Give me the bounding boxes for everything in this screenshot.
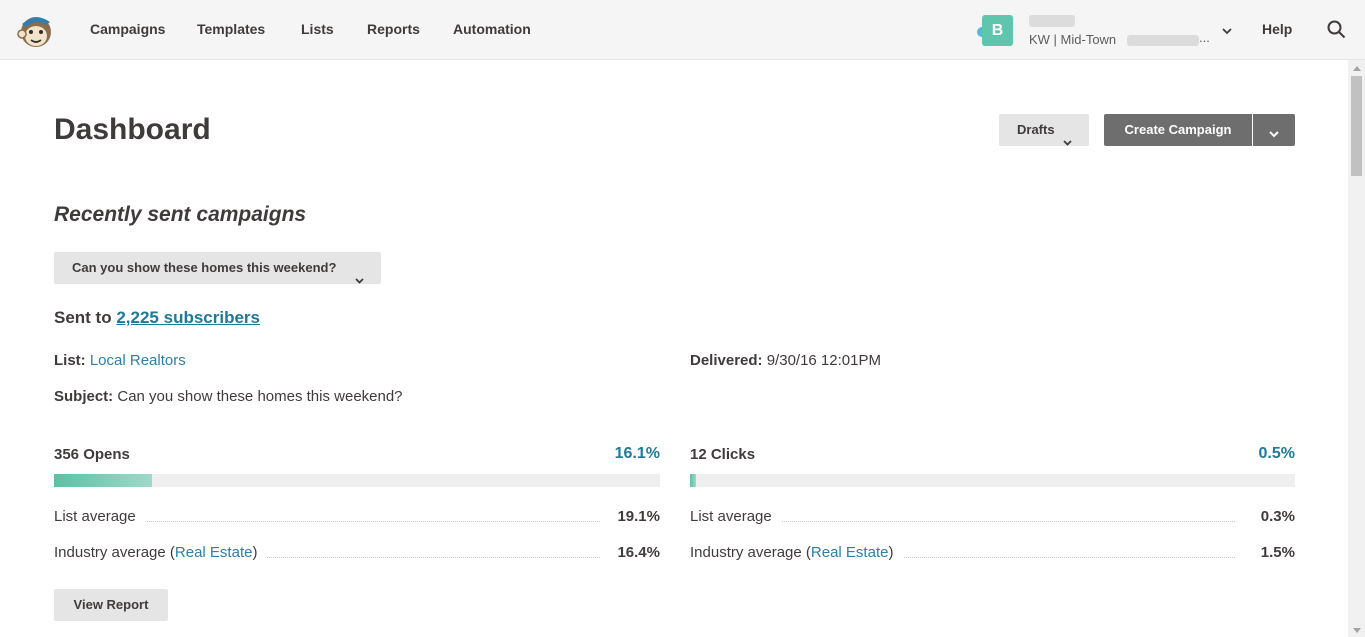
nav-lists[interactable]: Lists [301,21,334,37]
clicks-progress-fill [690,474,697,487]
recent-campaigns-heading: Recently sent campaigns [54,203,307,226]
mailchimp-logo-icon[interactable] [16,10,56,50]
scroll-thumb[interactable] [1351,76,1362,176]
account-ellipsis: ... [1199,30,1210,45]
opens-list-average-label: List average [54,508,146,525]
scroll-up-arrow-icon[interactable] [1353,66,1361,71]
opens-industry-average-row: Industry average (Real Estate) 16.4% [54,544,660,564]
subject-meta: Subject: Can you show these homes this w… [54,388,403,405]
delivered-meta: Delivered: 9/30/16 12:01PM [690,352,881,369]
industry-suffix: ) [252,544,258,561]
clicks-list-average-value: 0.3% [1260,508,1295,525]
nav-automation[interactable]: Automation [453,21,531,37]
nav-reports[interactable]: Reports [367,21,420,37]
create-campaign-dropdown-button[interactable] [1253,114,1295,146]
create-campaign-button[interactable]: Create Campaign [1104,114,1252,146]
search-icon[interactable] [1327,20,1346,44]
clicks-industry-link[interactable]: Real Estate [811,544,889,561]
account-redacted-top [1029,15,1075,27]
clicks-list-average-row: List average 0.3% [690,508,1295,528]
page-title: Dashboard [54,113,211,146]
list-link[interactable]: Local Realtors [90,352,186,369]
delivered-label: Delivered: [690,352,763,369]
list-meta: List: Local Realtors [54,352,186,369]
subject-value: Can you show these homes this weekend? [117,388,403,405]
clicks-title: 12 Clicks [690,446,756,463]
top-nav: Campaigns Templates Lists Reports Automa… [0,0,1365,60]
opens-progress-fill [54,474,152,487]
clicks-list-average-label: List average [690,508,782,525]
campaign-select[interactable]: Can you show these homes this weekend? [54,252,381,284]
chevron-down-icon[interactable] [1222,22,1232,40]
opens-title: 356 Opens [54,446,130,463]
opens-progress-bar [54,474,660,487]
account-avatar: B [982,15,1013,46]
chevron-down-icon [1269,126,1279,141]
opens-list-average-value: 19.1% [617,508,660,525]
page-scrollbar[interactable] [1348,60,1365,637]
help-link[interactable]: Help [1262,21,1292,37]
opens-industry-link[interactable]: Real Estate [175,544,253,561]
subject-label: Subject: [54,388,114,405]
account-redacted-name [1127,35,1199,46]
chevron-down-icon [355,264,364,296]
clicks-rate: 0.5% [1258,445,1295,462]
sent-to-prefix: Sent to [54,308,112,327]
clicks-industry-average-row: Industry average (Real Estate) 1.5% [690,544,1295,564]
industry-suffix: ) [888,544,894,561]
opens-list-average-row: List average 19.1% [54,508,660,528]
opens-industry-average-label: Industry average (Real Estate) [54,544,268,561]
list-label: List: [54,352,86,369]
clicks-progress-bar [690,474,1295,487]
drafts-button[interactable]: Drafts [999,114,1089,146]
account-name: KW | Mid-Town [1029,32,1117,47]
subscribers-link[interactable]: 2,225 subscribers [116,308,260,327]
chevron-down-icon [1063,126,1072,158]
sent-to-line: Sent to 2,225 subscribers [54,308,260,328]
scroll-down-arrow-icon[interactable] [1353,628,1361,633]
delivered-value: 9/30/16 12:01PM [766,352,881,369]
industry-prefix: Industry average ( [54,544,175,561]
opens-industry-average-value: 16.4% [617,544,660,561]
industry-prefix: Industry average ( [690,544,811,561]
clicks-industry-average-label: Industry average (Real Estate) [690,544,904,561]
campaign-select-value: Can you show these homes this weekend? [72,260,337,275]
nav-campaigns[interactable]: Campaigns [90,21,165,37]
view-report-button[interactable]: View Report [54,589,168,621]
opens-rate: 16.1% [614,445,660,462]
nav-templates[interactable]: Templates [197,21,265,37]
clicks-industry-average-value: 1.5% [1260,544,1295,561]
drafts-button-label: Drafts [1017,122,1055,137]
